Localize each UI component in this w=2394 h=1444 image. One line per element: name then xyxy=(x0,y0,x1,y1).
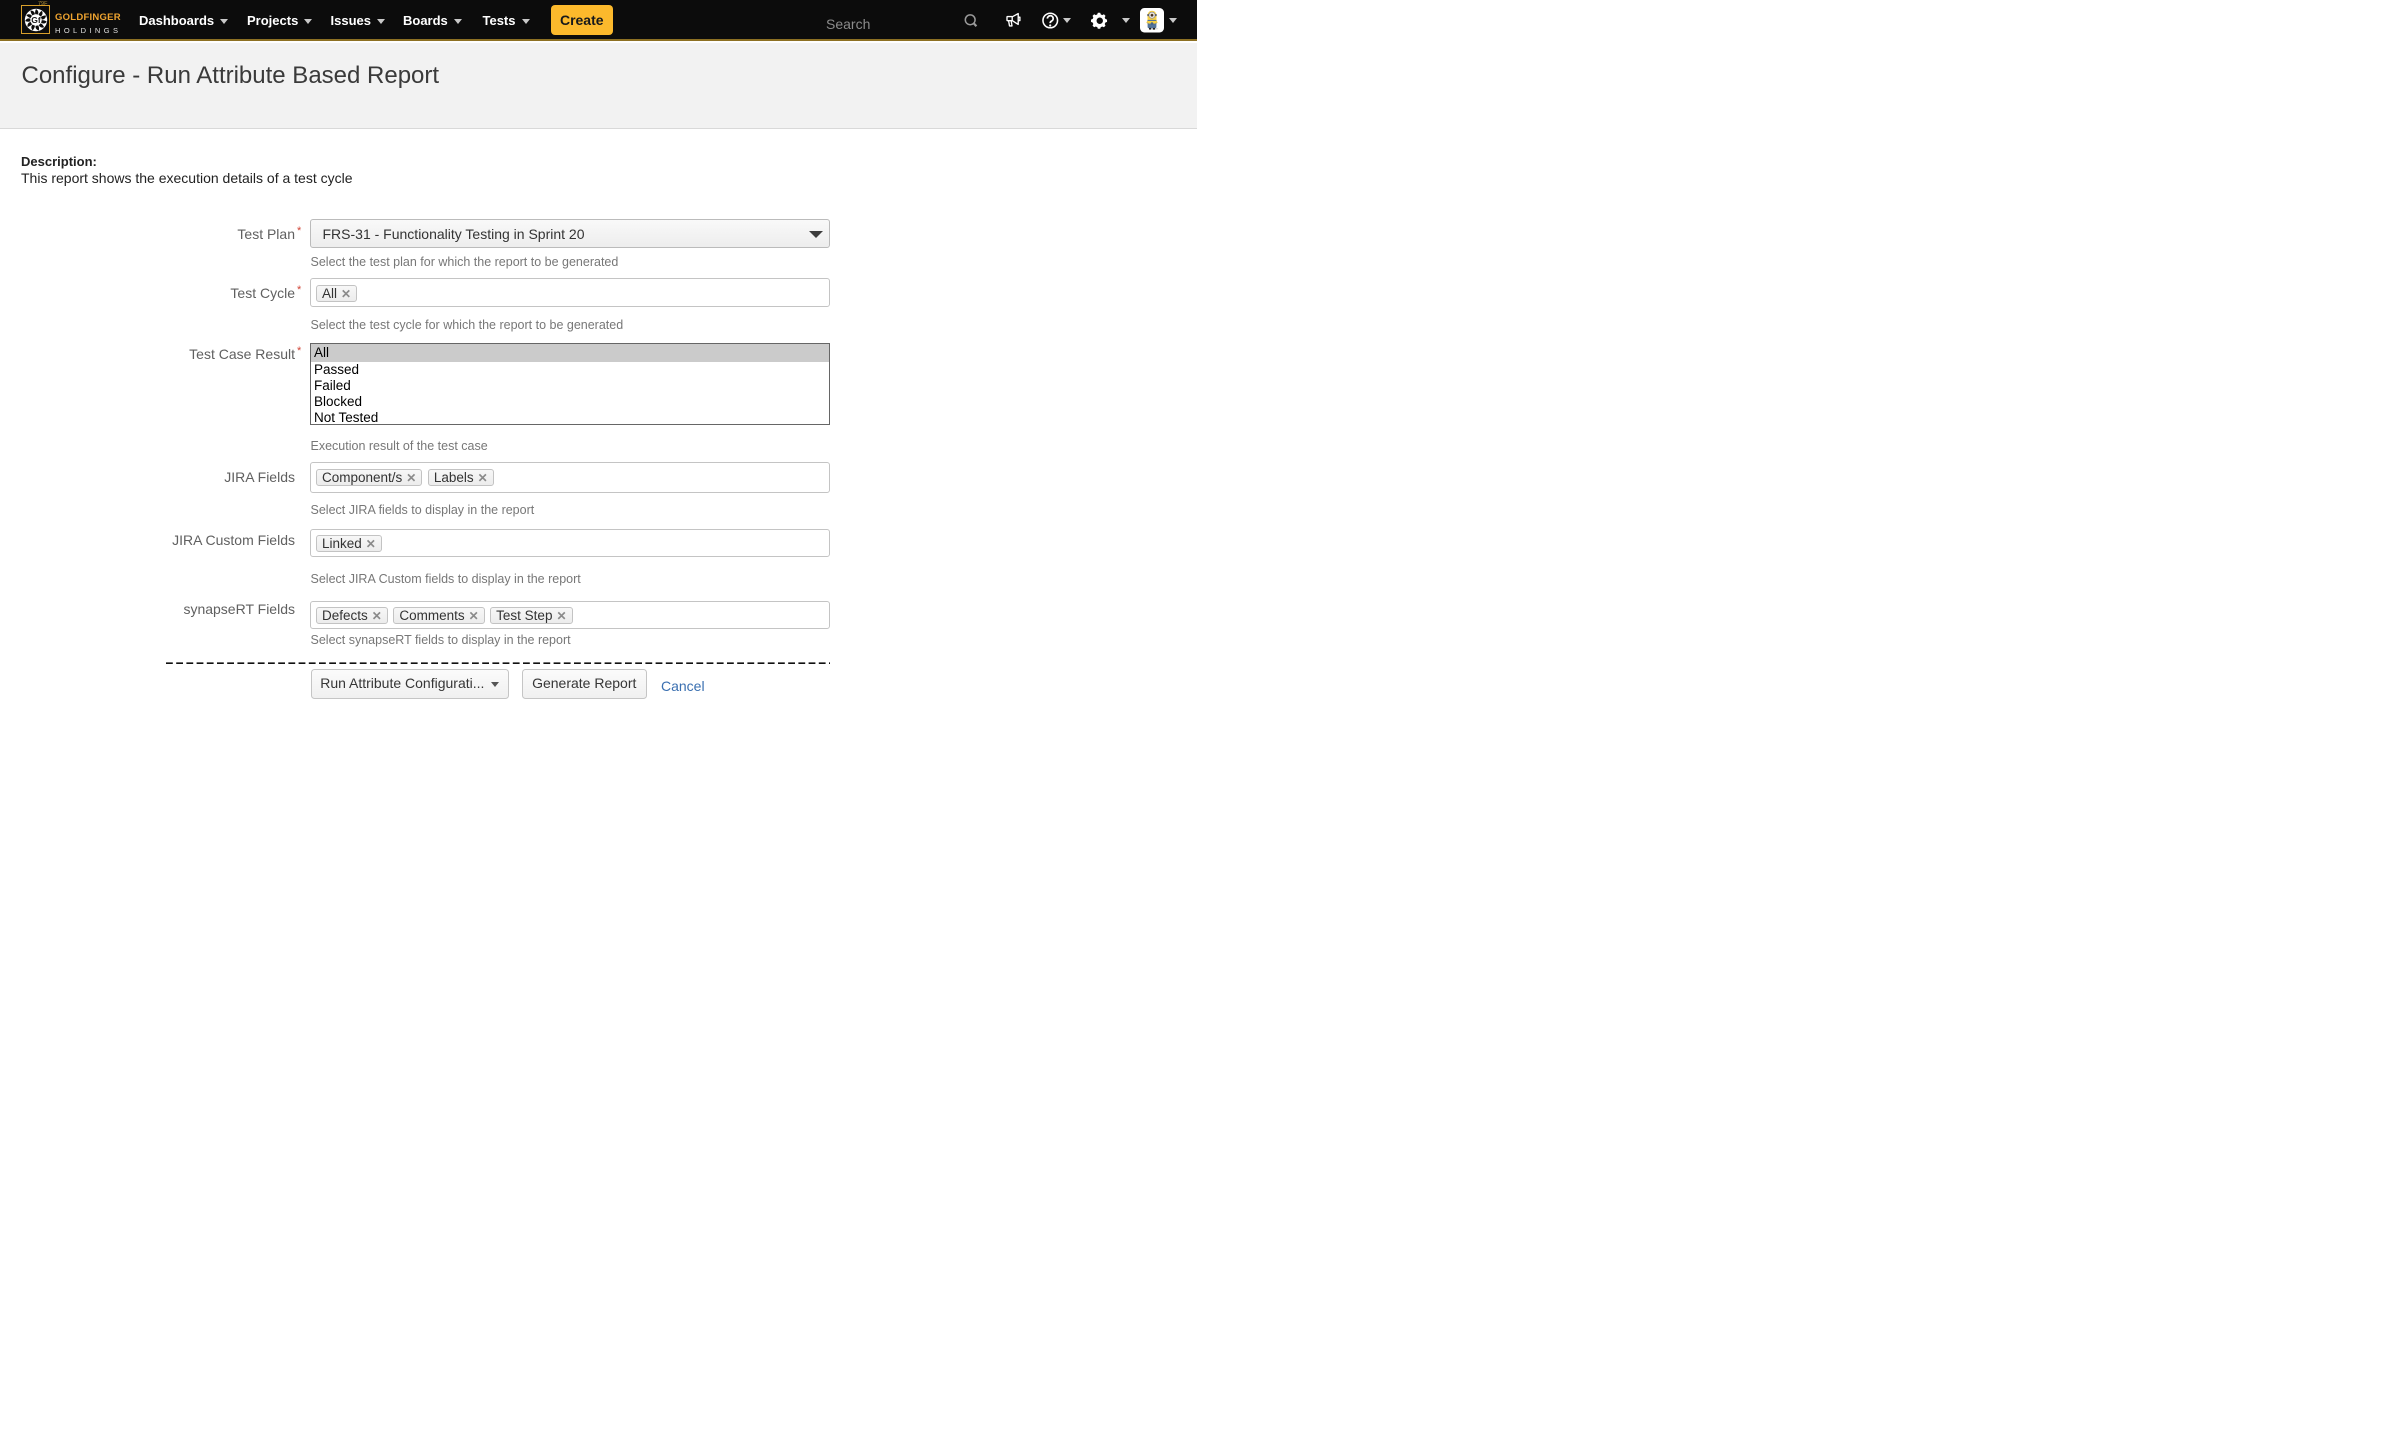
svg-text:Gf: Gf xyxy=(31,15,41,25)
